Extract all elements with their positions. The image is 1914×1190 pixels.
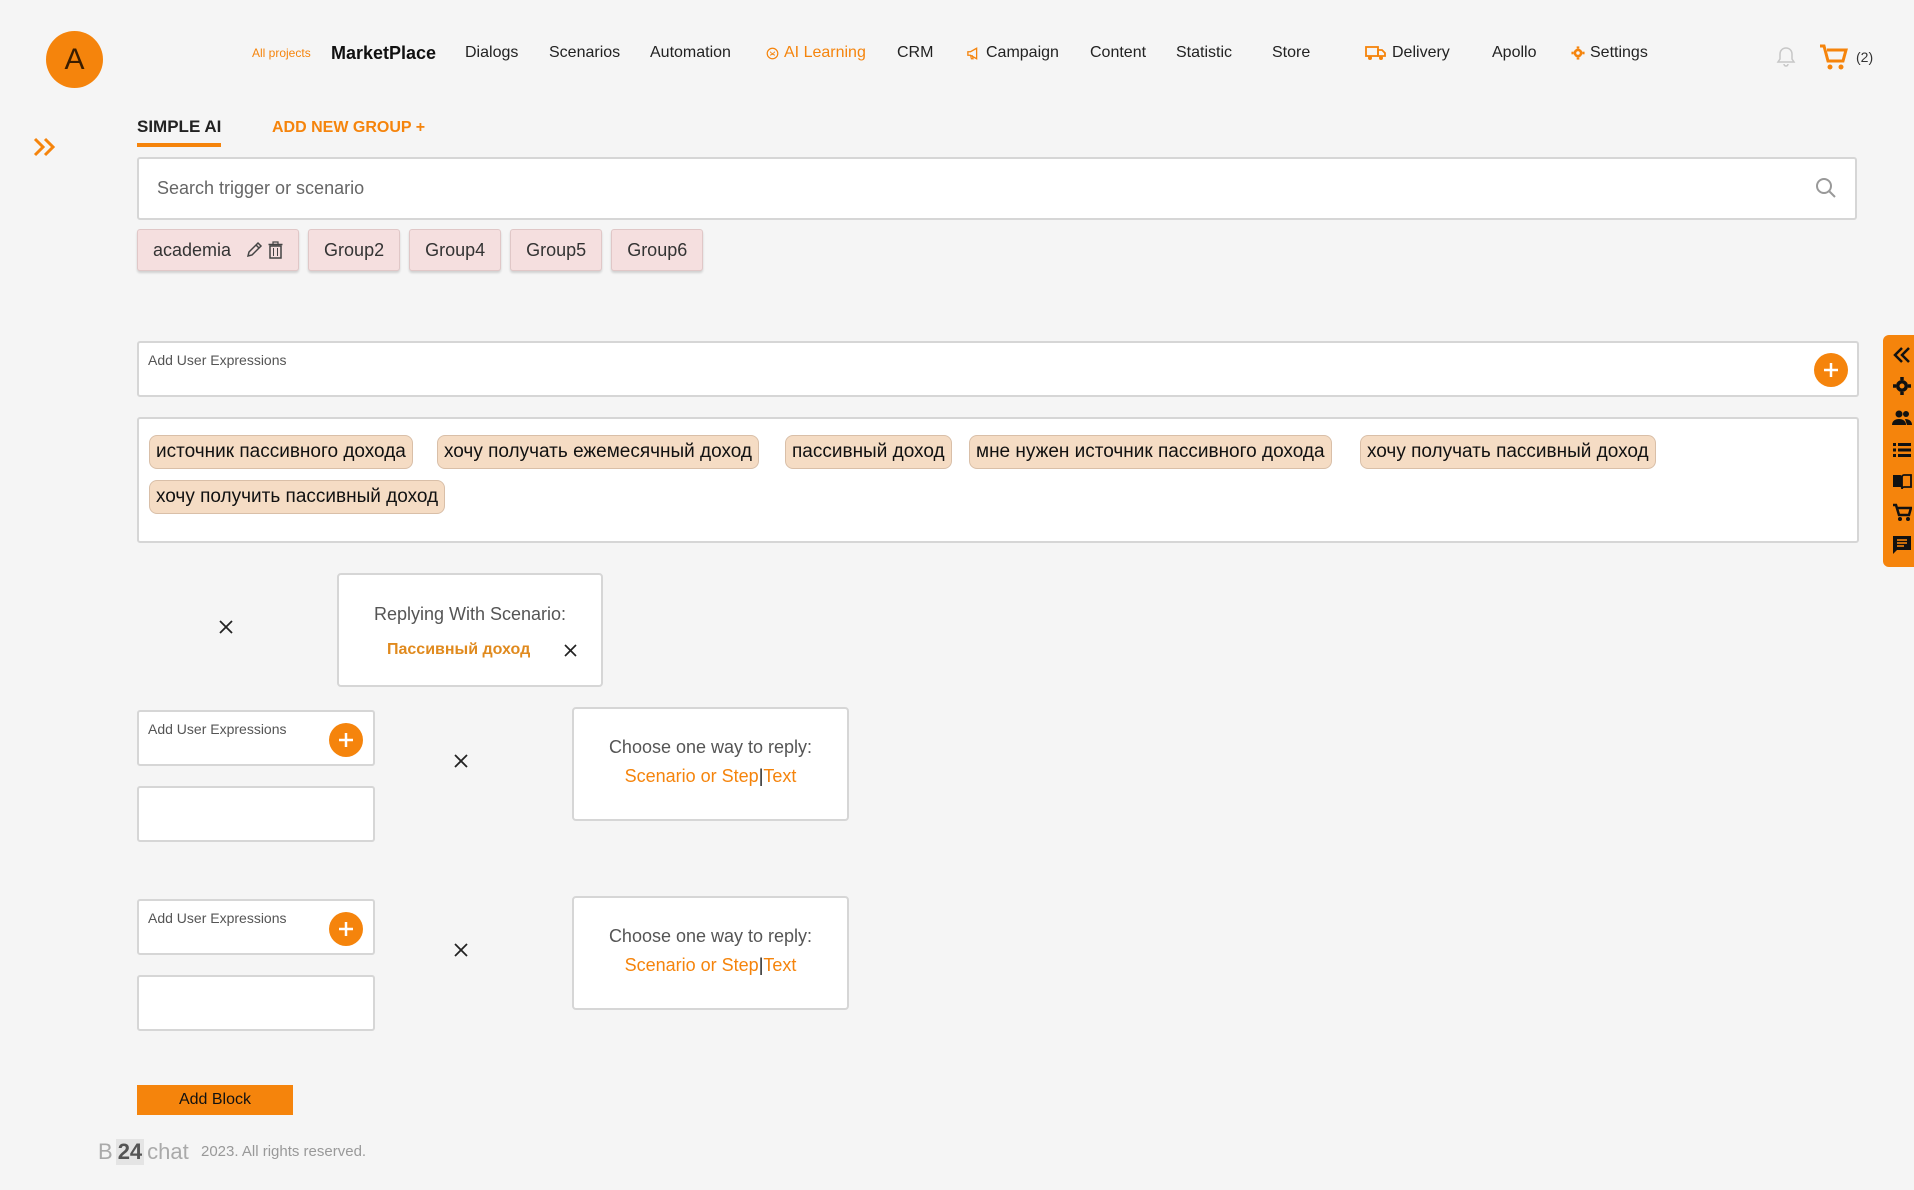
nav-ai-learning-label: AI Learning <box>784 44 866 61</box>
gear-icon <box>1571 46 1585 60</box>
group-label: Group5 <box>526 239 587 260</box>
nav-marketplace[interactable]: MarketPlace <box>331 40 436 66</box>
reply-choice-box: Choose one way to reply: Scenario or Ste… <box>572 707 849 821</box>
bell-icon[interactable] <box>1776 46 1796 68</box>
add-new-group-button[interactable]: ADD NEW GROUP + <box>272 119 425 137</box>
cart-icon[interactable] <box>1819 44 1849 72</box>
footer-logo: B 24 chat <box>98 1139 189 1165</box>
plus-icon <box>339 733 353 747</box>
plus-icon <box>1824 363 1838 377</box>
user-expression-input[interactable]: Add User Expressions <box>137 341 1859 397</box>
text-link[interactable]: Text <box>763 955 796 975</box>
nav-delivery-label: Delivery <box>1392 44 1450 61</box>
expression-chip[interactable]: хочу получать ежемесячный доход <box>437 435 760 469</box>
nav-scenarios[interactable]: Scenarios <box>549 40 620 66</box>
text-link[interactable]: Text <box>763 766 796 786</box>
group-label: Group2 <box>324 239 385 260</box>
expression-chip[interactable]: хочу получать пассивный доход <box>1360 435 1656 469</box>
nav-crm[interactable]: CRM <box>897 40 933 66</box>
remove-scenario-icon[interactable] <box>564 644 577 657</box>
reply-scenario-box: Replying With Scenario: Пассивный доход <box>337 573 603 687</box>
expression-list: источник пассивного дохода хочу получать… <box>137 417 1859 543</box>
nav-settings[interactable]: Settings <box>1571 40 1648 66</box>
user-expression-input[interactable]: Add User Expressions <box>137 710 375 766</box>
nav-dialogs[interactable]: Dialogs <box>465 40 518 66</box>
group-chip[interactable]: Group2 <box>308 229 401 271</box>
nav-automation[interactable]: Automation <box>650 40 731 66</box>
close-icon[interactable] <box>453 753 469 769</box>
nav-ai-learning[interactable]: AI Learning <box>766 40 866 66</box>
users-icon[interactable] <box>1892 408 1912 428</box>
gear-icon[interactable] <box>1892 376 1912 396</box>
expression-chip[interactable]: хочу получить пассивный доход <box>149 480 446 514</box>
nav-apollo[interactable]: Apollo <box>1492 40 1536 66</box>
close-icon[interactable] <box>453 942 469 958</box>
chat-icon[interactable] <box>1892 535 1912 555</box>
copyright: 2023. All rights reserved. <box>201 1143 367 1160</box>
reply-options: Scenario or Step|Text <box>574 766 847 787</box>
add-expression-button[interactable] <box>329 723 363 757</box>
group-label: Group4 <box>425 239 486 260</box>
plus-icon <box>339 922 353 936</box>
tab-simple-ai[interactable]: SIMPLE AI <box>137 117 222 147</box>
scenario-name: Пассивный доход <box>387 641 531 658</box>
user-expression-input[interactable]: Add User Expressions <box>137 899 375 955</box>
expression-list <box>137 786 375 842</box>
cart-icon[interactable] <box>1892 503 1912 523</box>
nav-campaign-label: Campaign <box>986 44 1059 61</box>
truck-icon <box>1365 46 1386 60</box>
expression-list <box>137 975 375 1031</box>
book-icon[interactable] <box>1892 472 1912 492</box>
reply-title: Choose one way to reply: <box>608 926 813 946</box>
reply-title: Replying With Scenario: <box>373 604 567 624</box>
nav-statistic[interactable]: Statistic <box>1176 40 1232 66</box>
expression-input-label: Add User Expressions <box>148 721 287 737</box>
logo-b: B <box>98 1139 113 1164</box>
logo-num: 24 <box>115 1139 145 1165</box>
double-chevron-left-icon[interactable] <box>1892 345 1912 365</box>
reply-title: Choose one way to reply: <box>608 737 813 757</box>
add-block-button[interactable]: Add Block <box>137 1085 293 1115</box>
add-expression-button[interactable] <box>1814 353 1848 387</box>
nav-campaign[interactable]: Campaign <box>967 40 1059 66</box>
scenario-or-step-link[interactable]: Scenario or Step <box>625 955 759 975</box>
group-chip[interactable]: academia <box>137 229 300 271</box>
nav-all-projects[interactable]: All projects <box>252 40 311 66</box>
list-icon[interactable] <box>1892 440 1912 460</box>
cart-count: (2) <box>1856 49 1874 65</box>
expression-input-label: Add User Expressions <box>148 352 287 368</box>
group-label: academia <box>153 239 232 260</box>
search-box <box>137 157 1857 220</box>
megaphone-icon <box>967 46 978 60</box>
add-expression-button[interactable] <box>329 912 363 946</box>
top-nav: All projects MarketPlace Dialogs Scenari… <box>0 40 1914 66</box>
reply-choice-box: Choose one way to reply: Scenario or Ste… <box>572 896 849 1010</box>
pencil-icon[interactable] <box>245 241 263 259</box>
search-input[interactable] <box>157 159 1757 218</box>
group-chip[interactable]: Group5 <box>510 229 603 271</box>
logo-chat: chat <box>147 1139 189 1164</box>
group-chip[interactable]: Group6 <box>611 229 704 271</box>
reply-options: Scenario or Step|Text <box>574 955 847 976</box>
group-list: academia Group2 Group4 Group5 Group6 <box>137 229 704 271</box>
nav-store[interactable]: Store <box>1272 40 1310 66</box>
expression-chip[interactable]: пассивный доход <box>785 435 952 469</box>
nav-content[interactable]: Content <box>1090 40 1146 66</box>
nav-delivery[interactable]: Delivery <box>1365 40 1450 66</box>
expression-input-label: Add User Expressions <box>148 910 287 926</box>
expression-chip[interactable]: мне нужен источник пассивного дохода <box>969 435 1332 469</box>
expression-chip[interactable]: источник пассивного дохода <box>149 435 413 469</box>
search-icon[interactable] <box>1815 177 1837 199</box>
close-icon[interactable] <box>218 619 234 635</box>
scenario-or-step-link[interactable]: Scenario or Step <box>625 766 759 786</box>
group-chip[interactable]: Group4 <box>409 229 502 271</box>
brain-icon <box>766 47 779 59</box>
double-chevron-right-icon[interactable] <box>32 136 58 158</box>
trash-icon[interactable] <box>268 241 283 259</box>
scenario-tag[interactable]: Пассивный доход <box>375 636 587 664</box>
group-label: Group6 <box>627 239 688 260</box>
nav-settings-label: Settings <box>1590 44 1648 61</box>
side-toolbar <box>1883 335 1914 567</box>
